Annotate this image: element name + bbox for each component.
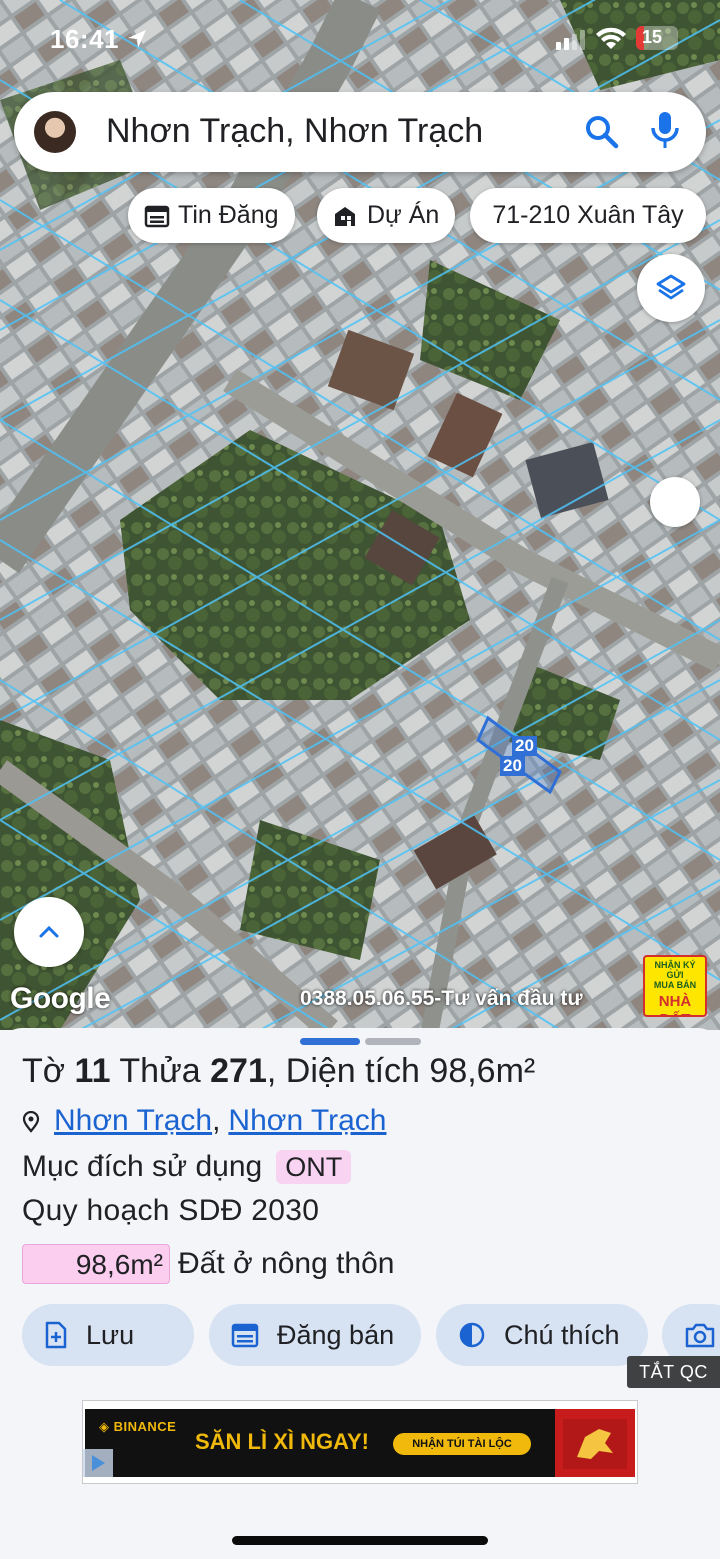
map-credit-text: 0388.05.06.55-Tư vấn đầu tư: [300, 987, 583, 1010]
location-separator: ,: [212, 1104, 221, 1137]
ad-brand: ◈ BINANCE: [99, 1419, 177, 1434]
parcel-dimension-label: 20: [500, 756, 525, 776]
ad-cta[interactable]: NHẬN TÚI TÀI LỘC: [393, 1433, 531, 1455]
promo-badge[interactable]: NHẬN KÝ GỬI MUA BÁN NHÀ ĐẤT: [643, 955, 707, 1017]
compass-button[interactable]: [650, 477, 700, 527]
post-sale-button[interactable]: Đăng bán: [209, 1304, 421, 1366]
chip-listings[interactable]: Tin Đăng: [128, 188, 295, 243]
home-indicator[interactable]: [232, 1536, 488, 1545]
save-button[interactable]: Lưu: [22, 1304, 194, 1366]
pager-dot[interactable]: [365, 1038, 421, 1045]
location-arrow-icon: [128, 30, 146, 48]
action-row[interactable]: Lưu Đăng bán Chú thích: [22, 1304, 720, 1366]
promo-line: NHÀ ĐẤT: [658, 993, 692, 1015]
usage-code-badge: ONT: [276, 1150, 352, 1184]
chip-label: Dự Án: [367, 201, 440, 229]
calendar-post-icon: [231, 1323, 259, 1348]
satellite-map[interactable]: 20 20 16:41 15 Nhơn Trạch, Nhơn Trạch Ti…: [0, 0, 720, 1030]
location-pin-icon: [22, 1111, 40, 1133]
status-bar: 16:41 15: [0, 0, 720, 80]
ad-banner[interactable]: ◈ BINANCE SĂN LÌ XÌ NGAY! NHẬN TÚI TÀI L…: [82, 1400, 638, 1484]
sheet-number: 11: [74, 1052, 111, 1090]
expand-sheet-button[interactable]: [14, 897, 84, 967]
ad-choices-icon[interactable]: [83, 1449, 113, 1477]
area-value: 98,6m²: [429, 1052, 536, 1090]
avatar[interactable]: [34, 111, 76, 153]
parcel-title: Tờ 11 Thửa 271, Diện tích 98,6m²: [22, 1052, 535, 1091]
zone-area-swatch: 98,6m²: [22, 1244, 170, 1284]
sheet-label: Tờ: [22, 1052, 66, 1090]
promo-line: NHẬN KÝ GỬI: [654, 960, 696, 980]
lot-label: Thửa: [119, 1052, 201, 1090]
land-use-purpose: Mục đích sử dụng ONT: [22, 1150, 352, 1184]
layers-icon: [656, 274, 686, 300]
search-input[interactable]: Nhơn Trạch, Nhơn Trạch: [106, 112, 483, 151]
cellular-signal-icon: [556, 30, 585, 50]
ad-artwork: [555, 1409, 635, 1477]
chip-label: Tin Đăng: [178, 201, 279, 229]
post-sale-label: Đăng bán: [277, 1319, 395, 1350]
chip-parcel-range[interactable]: 71-210 Xuân Tây: [470, 188, 706, 243]
close-ad-button[interactable]: TẮT QC: [627, 1356, 720, 1388]
land-plan-heading: Quy hoạch SDĐ 2030: [22, 1194, 320, 1227]
legend-contrast-icon: [459, 1322, 485, 1348]
ad-headline: SĂN LÌ XÌ NGAY!: [195, 1429, 369, 1454]
legend-label: Chú thích: [504, 1319, 620, 1350]
usage-label: Mục đích sử dụng: [22, 1150, 263, 1183]
save-doc-icon: [45, 1321, 67, 1349]
area-label: , Diện tích: [266, 1052, 420, 1090]
project-building-icon: [335, 206, 355, 226]
district-link[interactable]: Nhơn Trạch: [228, 1104, 386, 1138]
listing-calendar-icon: [144, 205, 170, 227]
wifi-icon: [596, 27, 626, 49]
microphone-icon[interactable]: [650, 110, 680, 152]
search-icon[interactable]: [584, 114, 620, 150]
google-logo: Google: [10, 982, 111, 1015]
legend-button[interactable]: Chú thích: [436, 1304, 648, 1366]
ward-link[interactable]: Nhơn Trạch: [54, 1104, 212, 1138]
golden-horse-icon: [563, 1419, 627, 1469]
layers-button[interactable]: [637, 254, 705, 322]
zone-label: Đất ở nông thôn: [178, 1247, 395, 1280]
chip-projects[interactable]: Dự Án: [317, 188, 456, 243]
promo-line: MUA BÁN: [653, 980, 697, 990]
lot-number: 271: [210, 1052, 267, 1090]
chevron-up-icon: [39, 925, 59, 938]
zone-legend-row: 98,6m² Đất ở nông thôn: [22, 1244, 395, 1284]
chip-label: 71-210 Xuân Tây: [492, 201, 684, 229]
parcel-location: Nhơn Trạch, Nhơn Trạch: [22, 1104, 387, 1138]
battery-level: 15: [642, 27, 663, 47]
ad-creative[interactable]: ◈ BINANCE SĂN LÌ XÌ NGAY! NHẬN TÚI TÀI L…: [85, 1409, 635, 1477]
pager-dot-active[interactable]: [300, 1038, 360, 1045]
parcel-dimension-label: 20: [512, 736, 537, 756]
camera-add-icon: [685, 1323, 715, 1348]
parcel-info-sheet[interactable]: Tờ 11 Thửa 271, Diện tích 98,6m² Nhơn Tr…: [0, 1028, 720, 1559]
search-bar[interactable]: Nhơn Trạch, Nhơn Trạch: [14, 92, 706, 172]
save-label: Lưu: [86, 1319, 135, 1350]
status-time: 16:41: [50, 24, 119, 54]
battery-indicator: 15: [636, 26, 678, 50]
